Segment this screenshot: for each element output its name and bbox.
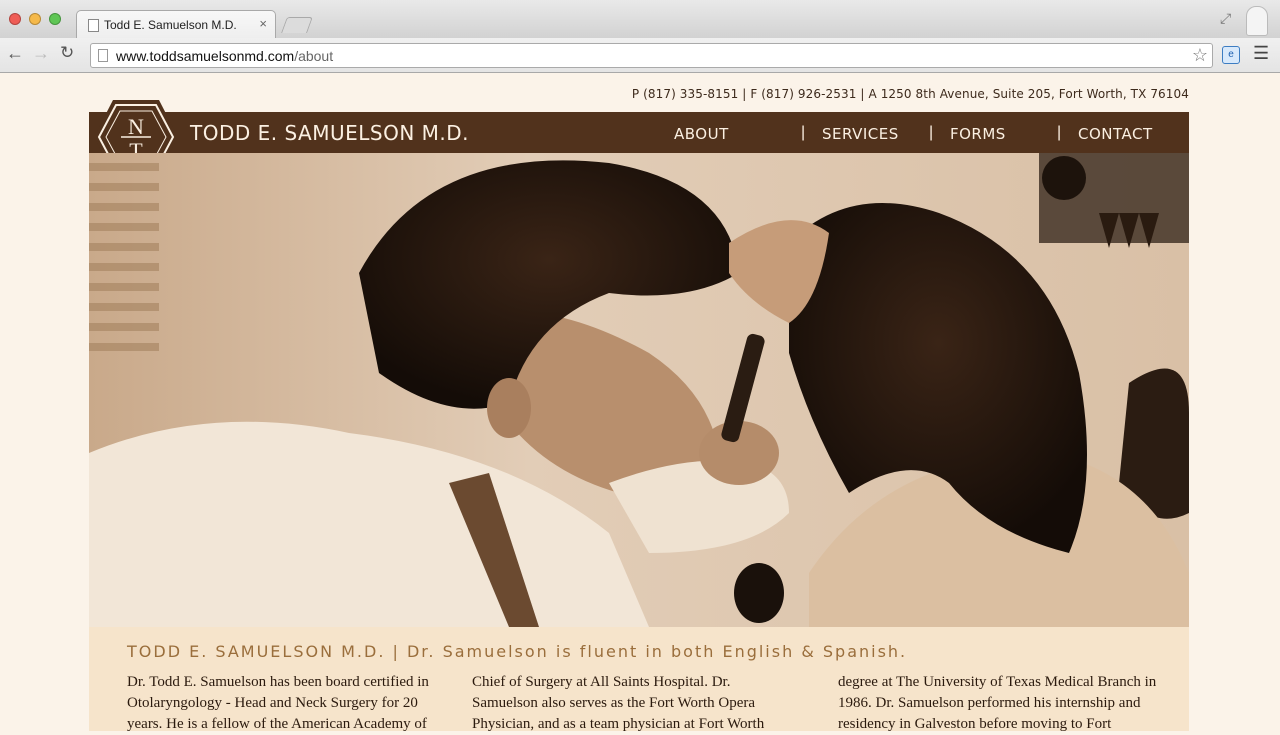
hero-doctor-examining-patient-image	[89, 153, 1189, 627]
reload-icon[interactable]: ↻	[60, 43, 74, 63]
browser-toolbar: ← → ↻ www.toddsamuelsonmd.com/about ☆	[0, 38, 1280, 73]
profile-avatar-icon[interactable]	[1246, 6, 1268, 36]
window-minimize-button[interactable]	[29, 13, 41, 25]
webpage: P (817) 335-8151 | F (817) 926-2531 | A …	[0, 73, 1280, 732]
nav-separator: |	[801, 124, 806, 141]
document-icon	[88, 19, 99, 32]
nav-separator: |	[1057, 124, 1062, 141]
nav-forms[interactable]: FORMS	[950, 125, 1006, 143]
bio-column-1: Dr. Todd E. Samuelson has been board cer…	[127, 674, 429, 732]
page-icon	[98, 49, 108, 62]
forward-arrow-icon[interactable]: →	[32, 43, 50, 64]
url-host: www.toddsamuelsonmd.com	[116, 48, 295, 64]
extension-icon[interactable]: e	[1222, 46, 1240, 64]
fullscreen-icon[interactable]: ⤢	[1220, 10, 1231, 27]
nav-services[interactable]: SERVICES	[822, 125, 899, 143]
url-path: /about	[294, 48, 334, 64]
new-tab-button[interactable]	[281, 17, 313, 33]
bookmark-star-icon[interactable]: ☆	[1192, 45, 1208, 66]
browser-tab[interactable]: Todd E. Samuelson M.D. ×	[76, 10, 276, 39]
window-close-button[interactable]	[9, 13, 21, 25]
nav-contact[interactable]: CONTACT	[1078, 125, 1153, 143]
nav-about[interactable]: ABOUT	[674, 125, 729, 143]
address-bar[interactable]: www.toddsamuelsonmd.com/about ☆	[90, 43, 1213, 68]
tab-close-icon[interactable]: ×	[259, 16, 267, 31]
nav-separator: |	[929, 124, 934, 141]
site-title[interactable]: TODD E. SAMUELSON M.D.	[190, 121, 469, 145]
bio-column-3: degree at The University of Texas Medica…	[838, 674, 1157, 732]
tab-title: Todd E. Samuelson M.D.	[104, 18, 237, 32]
url-text[interactable]: www.toddsamuelsonmd.com/about	[116, 48, 333, 64]
contact-info: P (817) 335-8151 | F (817) 926-2531 | A …	[631, 87, 1189, 101]
logo-letter-top: N	[128, 114, 144, 139]
browser-titlebar: Todd E. Samuelson M.D. × ⤢	[0, 0, 1280, 39]
menu-icon[interactable]: ☰	[1253, 43, 1269, 64]
window-maximize-button[interactable]	[49, 13, 61, 25]
back-arrow-icon[interactable]: ←	[6, 43, 24, 64]
page-headline: TODD E. SAMUELSON M.D. | Dr. Samuelson i…	[127, 642, 908, 661]
bio-column-2: Chief of Surgery at All Saints Hospital.…	[472, 674, 765, 732]
